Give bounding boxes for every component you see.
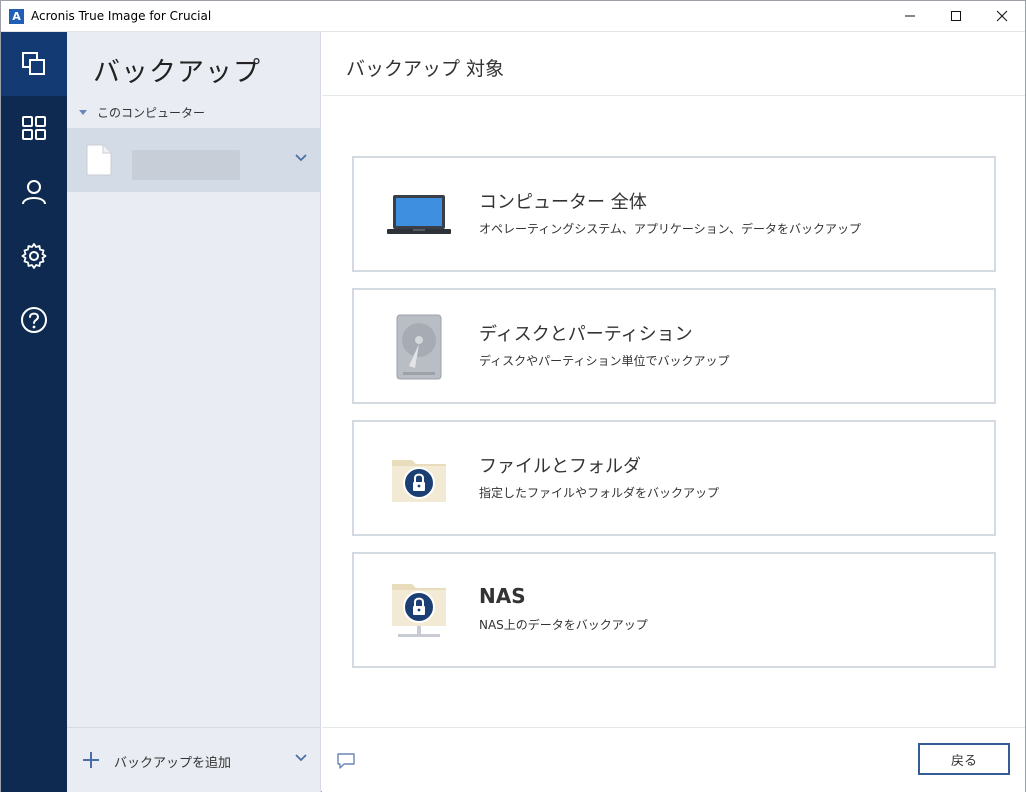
gear-icon [21,243,47,269]
backup-name-redacted [132,150,240,180]
sidebar: バックアップ このコンピューター バックアップを追加 [67,32,321,792]
locked-folder-icon [392,460,446,502]
title-bar: A Acronis True Image for Crucial [1,1,1025,32]
option-description: オペレーティングシステム、アプリケーション、データをバックアップ [479,222,861,236]
plus-icon[interactable] [81,750,101,770]
option-nas[interactable]: NAS NAS上のデータをバックアップ [352,552,996,668]
main-header: バックアップ 対象 [322,32,1025,96]
option-entire-computer[interactable]: コンピューター 全体 オペレーティングシステム、アプリケーション、データをバック… [352,156,996,272]
chevron-down-icon[interactable] [295,754,307,762]
add-backup-button[interactable]: バックアップを追加 [114,752,231,771]
option-title: コンピューター 全体 [479,192,647,213]
nav-rail [1,32,67,792]
maximize-button[interactable] [933,1,979,31]
user-icon [22,180,46,205]
backup-copy-icon [22,52,45,75]
window-title: Acronis True Image for Crucial [31,9,212,23]
chevron-down-icon[interactable] [295,154,307,162]
nav-dashboard[interactable] [1,96,67,160]
backup-list-item[interactable] [67,128,321,192]
option-title: ファイルとフォルダ [479,456,641,477]
hard-disk-icon [396,314,442,380]
minimize-button[interactable] [887,1,933,31]
grid-icon [22,116,46,140]
nav-settings[interactable] [1,224,67,288]
help-icon [21,307,47,333]
back-button[interactable]: 戻る [918,743,1010,775]
app-logo-icon: A [9,9,24,24]
triangle-down-icon [79,110,87,115]
page-title: バックアップ 対象 [346,58,505,80]
option-description: NAS上のデータをバックアップ [479,618,648,632]
nav-backup[interactable] [1,32,67,96]
chat-bubble-icon[interactable] [336,752,356,770]
option-description: 指定したファイルやフォルダをバックアップ [479,486,720,500]
nav-help[interactable] [1,288,67,352]
close-button[interactable] [979,1,1025,31]
option-description: ディスクやパーティション単位でバックアップ [479,354,730,368]
option-disks-partitions[interactable]: ディスクとパーティション ディスクやパーティション単位でバックアップ [352,288,996,404]
option-title: ディスクとパーティション [479,324,693,345]
main-panel: バックアップ 対象 コンピューター 全体 オペレーティングシステム、アプリケーシ… [322,32,1025,792]
main-footer: 戻る [322,727,1025,792]
nav-account[interactable] [1,160,67,224]
tree-header-this-computer[interactable]: このコンピューター [79,104,205,121]
app-window: A Acronis True Image for Crucial バックアップ … [0,0,1026,792]
document-icon [86,144,112,176]
sidebar-title: バックアップ [93,57,261,88]
option-files-folders[interactable]: ファイルとフォルダ 指定したファイルやフォルダをバックアップ [352,420,996,536]
option-title: NAS [479,584,526,608]
laptop-icon [387,195,451,234]
nas-folder-icon [392,584,446,637]
sidebar-footer: バックアップを追加 [67,727,321,792]
tree-header-label: このコンピューター [97,106,206,120]
